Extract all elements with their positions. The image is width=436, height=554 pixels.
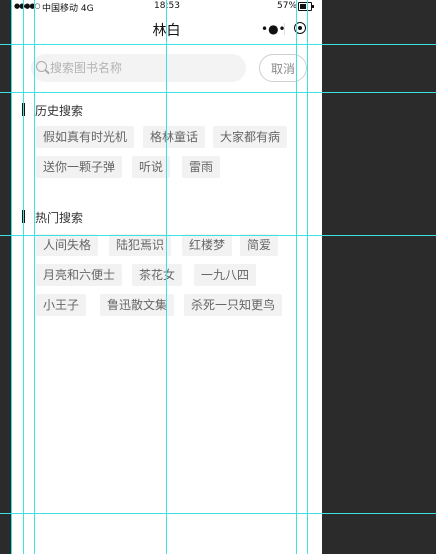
guide-line xyxy=(34,0,35,554)
history-tag[interactable]: 送你一颗子弹 xyxy=(36,156,123,178)
cancel-button[interactable]: 取消 xyxy=(259,54,307,82)
canvas-left-strip xyxy=(0,0,11,554)
history-tag[interactable]: 听说 xyxy=(132,156,171,178)
search-icon xyxy=(36,61,47,72)
more-options-icon[interactable]: •●• xyxy=(261,22,286,36)
history-tag[interactable]: 雷雨 xyxy=(182,156,221,178)
history-tag[interactable]: 假如真有时光机 xyxy=(36,126,135,148)
carrier-label: 中国移动 4G xyxy=(42,4,94,14)
history-title: 历史搜索 xyxy=(35,104,84,118)
guide-line xyxy=(307,0,308,554)
guide-line xyxy=(166,0,167,554)
guide-line xyxy=(0,513,436,514)
hot-tag[interactable]: 陆犯焉识 xyxy=(109,234,172,256)
hot-tag[interactable]: 红楼梦 xyxy=(182,234,233,256)
history-tag[interactable]: 大家都有病 xyxy=(213,126,288,148)
hot-title: 热门搜索 xyxy=(35,211,84,225)
guide-line xyxy=(296,0,297,554)
hot-tag[interactable]: 茶花女 xyxy=(132,264,183,286)
capsule-divider xyxy=(284,23,285,35)
guide-line xyxy=(11,0,12,554)
hot-tag[interactable]: 鲁迅散文集 xyxy=(100,294,175,316)
guide-line xyxy=(23,0,24,554)
hot-tag[interactable]: 小王子 xyxy=(36,294,87,316)
guide-line xyxy=(0,235,436,236)
hot-tag[interactable]: 简爱 xyxy=(240,234,279,256)
hot-tag[interactable]: 杀死一只知更鸟 xyxy=(184,294,283,316)
search-box[interactable] xyxy=(31,54,246,82)
search-input[interactable] xyxy=(50,54,240,82)
signal-icon: ●●●●○ xyxy=(14,2,41,10)
hot-tag[interactable]: 月亮和六便士 xyxy=(36,264,123,286)
hot-tag[interactable]: 人间失格 xyxy=(36,234,99,256)
guide-line xyxy=(0,92,436,93)
history-tag[interactable]: 格林童话 xyxy=(143,126,206,148)
hot-tag[interactable]: 一九八四 xyxy=(194,264,257,286)
battery-percent: 57% xyxy=(277,1,298,11)
guide-line xyxy=(0,44,436,45)
battery-icon xyxy=(298,2,314,11)
